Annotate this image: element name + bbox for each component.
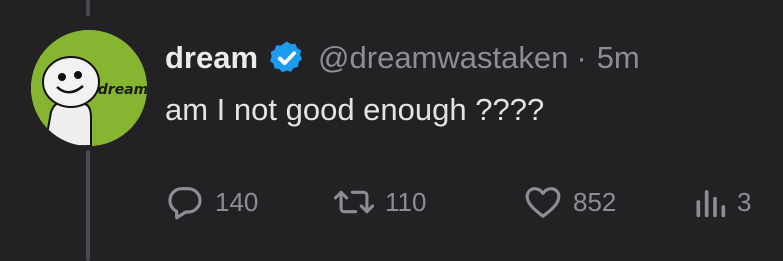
thread-connector-bottom [86,150,90,261]
tweet: dream @dreamwastaken · 5m am I not good … [165,36,783,130]
views-icon [693,182,727,222]
separator-dot: · [576,40,587,75]
tweet-actions: 140 110 852 3 [165,182,751,222]
like-button[interactable]: 852 [523,182,693,222]
retweet-button[interactable]: 110 [333,182,523,222]
avatar-label: dream [98,82,147,98]
reply-button[interactable]: 140 [165,182,333,222]
verified-badge-icon[interactable] [268,39,306,77]
timestamp[interactable]: 5m [597,36,640,80]
views-count: 3 [737,186,752,217]
avatar[interactable]: dream [31,30,147,146]
display-name[interactable]: dream [165,36,258,80]
tweet-text: am I not good enough ???? [165,92,545,127]
tweet-header: dream @dreamwastaken · 5m [165,36,783,80]
thread-connector-top [86,0,90,16]
retweet-icon [333,182,375,222]
like-count: 852 [573,186,617,217]
reply-icon [165,182,205,222]
like-icon [523,182,563,222]
user-handle[interactable]: @dreamwastaken [318,36,568,80]
views-button[interactable]: 3 [693,182,751,222]
avatar-mask-image: dream [31,30,147,146]
retweet-count: 110 [385,186,427,217]
reply-count: 140 [215,186,259,217]
